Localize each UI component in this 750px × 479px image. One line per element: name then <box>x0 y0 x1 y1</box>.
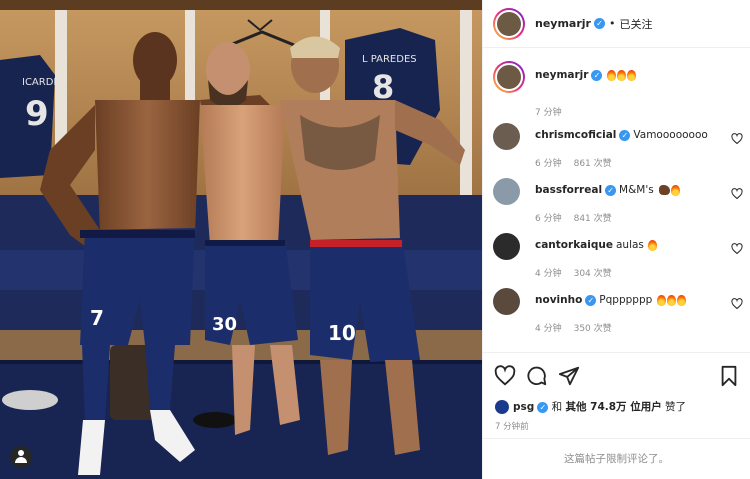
post-time[interactable]: 7 分钟前 <box>495 420 529 432</box>
comment-item: chrismcoficial ✓ Vamoooooooo 6 分钟 861 次赞 <box>493 123 743 169</box>
comment-time[interactable]: 4 分钟 <box>535 269 562 279</box>
likes-user[interactable]: psg <box>513 401 534 413</box>
comment-text: M&M's <box>619 184 654 196</box>
svg-text:L PAREDES: L PAREDES <box>362 54 417 65</box>
flexed-arm-emoji-icon <box>659 185 671 195</box>
comment-icon[interactable] <box>526 365 548 387</box>
svg-text:10: 10 <box>328 321 356 345</box>
comment-text: aulas <box>615 239 644 251</box>
verified-badge-icon: ✓ <box>605 184 617 196</box>
likes-others[interactable]: 其他 74.8万 位用户 <box>565 401 661 413</box>
header-avatar[interactable] <box>493 7 525 40</box>
heart-icon[interactable] <box>494 365 516 387</box>
svg-text:ICARDI: ICARDI <box>22 77 56 88</box>
comment-like-heart-icon[interactable] <box>731 298 743 310</box>
bookmark-icon[interactable] <box>718 365 740 387</box>
comment-avatar[interactable] <box>493 233 520 260</box>
comment-time[interactable]: 6 分钟 <box>535 159 562 169</box>
locker-room-photo: ICARDI 9 L PAREDES 8 7 30 10 <box>0 0 482 479</box>
comments-list[interactable]: neymarjr ✓ 7 分钟 chrismcoficial ✓ Vamooooooo… <box>483 49 750 349</box>
comment-username[interactable]: chrismcoficial <box>535 129 616 141</box>
fire-emoji-group <box>606 69 636 81</box>
fire-emoji-icon <box>626 69 636 81</box>
fire-emoji-icon <box>676 294 686 306</box>
likes-suffix: 赞了 <box>665 401 687 413</box>
likes-summary[interactable]: psg ✓ 和 其他 74.8万 位用户 赞了 <box>495 399 686 414</box>
comment-item: cantorkaique aulas 4 分钟 304 次赞 <box>493 233 743 279</box>
comments-limited-notice: 这篇帖子限制评论了。 <box>483 438 750 479</box>
comment-text: Vamoooooooo <box>633 129 708 141</box>
comment-avatar[interactable] <box>493 178 520 205</box>
caption-time[interactable]: 7 分钟 <box>535 108 562 118</box>
comment-avatar[interactable] <box>493 288 520 315</box>
caption-row: neymarjr ✓ 7 分钟 <box>493 61 743 118</box>
comment-likes[interactable]: 350 次赞 <box>574 324 612 334</box>
post-side-panel: neymarjr ✓ • 已关注 neymarjr ✓ 7 分钟 chrismco… <box>482 0 750 479</box>
comment-like-heart-icon[interactable] <box>731 133 743 145</box>
comment-time[interactable]: 4 分钟 <box>535 324 562 334</box>
comment-avatar[interactable] <box>493 123 520 150</box>
header-separator: • <box>608 17 616 30</box>
comment-username[interactable]: cantorkaique <box>535 239 613 251</box>
following-button[interactable]: 已关注 <box>619 16 652 32</box>
share-icon[interactable] <box>558 365 580 387</box>
likes-and: 和 <box>551 401 563 413</box>
post-header: neymarjr ✓ • 已关注 <box>483 0 750 48</box>
comment-username[interactable]: bassforreal <box>535 184 602 196</box>
verified-badge-icon: ✓ <box>593 18 605 29</box>
verified-badge-icon: ✓ <box>619 129 631 141</box>
fire-emoji-icon <box>666 294 676 306</box>
comment-likes[interactable]: 304 次赞 <box>574 269 612 279</box>
header-username[interactable]: neymarjr <box>535 17 591 30</box>
comment-item: novinho ✓ Pqpppppp 4 分钟 350 次赞 <box>493 288 743 334</box>
fire-emoji-icon <box>671 184 681 196</box>
post-actions-bar <box>483 352 750 398</box>
comment-username[interactable]: novinho <box>535 294 582 306</box>
fire-emoji-icon <box>606 69 616 81</box>
comment-like-heart-icon[interactable] <box>731 188 743 200</box>
fire-emoji-icon <box>656 294 666 306</box>
fire-emoji-icon <box>616 69 626 81</box>
caption-avatar[interactable] <box>493 61 525 93</box>
svg-text:30: 30 <box>212 314 237 335</box>
instagram-post-view: ICARDI 9 L PAREDES 8 7 30 10 neymarjr ✓ … <box>0 0 750 479</box>
comment-likes[interactable]: 841 次赞 <box>574 214 612 224</box>
comment-likes[interactable]: 861 次赞 <box>574 159 612 169</box>
comment-time[interactable]: 6 分钟 <box>535 214 562 224</box>
verified-badge-icon: ✓ <box>585 294 597 306</box>
svg-text:9: 9 <box>25 94 49 134</box>
fire-emoji-icon <box>648 239 658 251</box>
post-photo[interactable]: ICARDI 9 L PAREDES 8 7 30 10 <box>0 0 482 479</box>
user-tag-icon[interactable] <box>10 446 32 468</box>
psg-avatar[interactable] <box>495 400 509 414</box>
verified-badge-icon: ✓ <box>537 401 549 413</box>
svg-text:7: 7 <box>90 306 104 330</box>
caption-username[interactable]: neymarjr <box>535 69 588 81</box>
verified-badge-icon: ✓ <box>591 69 603 81</box>
comment-like-heart-icon[interactable] <box>731 243 743 255</box>
comment-text: Pqpppppp <box>599 294 653 306</box>
comment-item: bassforreal ✓ M&M's 6 分钟 841 次赞 <box>493 178 743 224</box>
